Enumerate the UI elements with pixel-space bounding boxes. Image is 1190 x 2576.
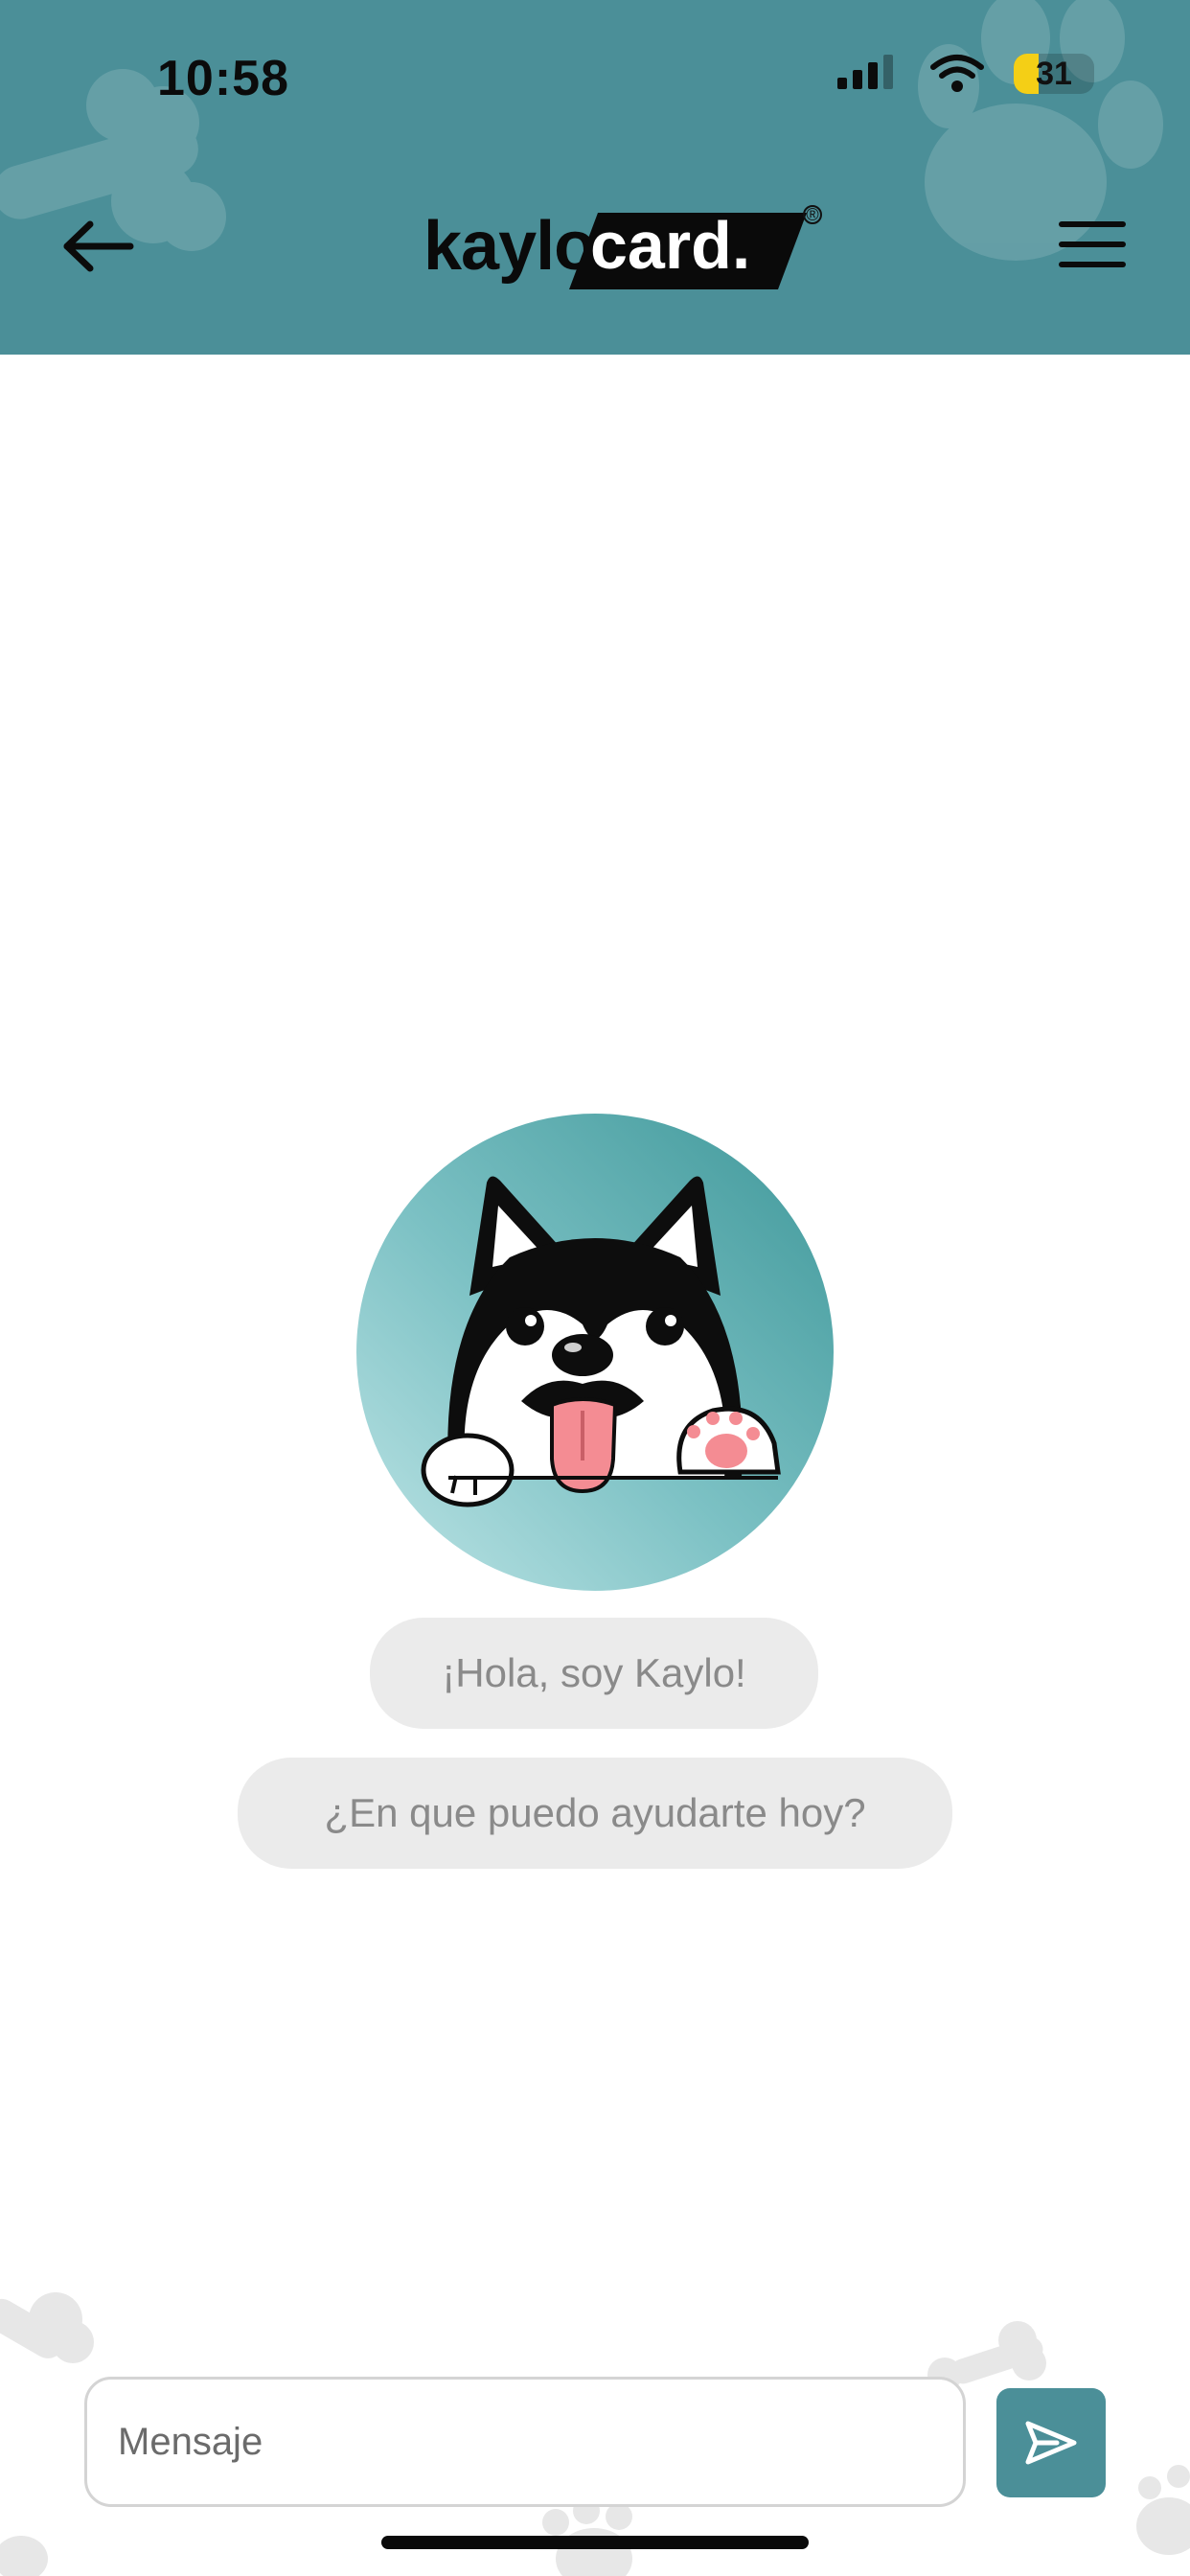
send-button[interactable] <box>996 2388 1106 2497</box>
home-indicator <box>381 2536 809 2549</box>
cellular-signal-icon <box>837 55 893 89</box>
message-input[interactable] <box>84 2377 966 2507</box>
registered-mark: ® <box>803 205 822 224</box>
bot-message-text: ¡Hola, soy Kaylo! <box>442 1650 746 1695</box>
bot-message-text: ¿En que puedo ayudarte hoy? <box>324 1790 866 1835</box>
hamburger-menu-icon[interactable] <box>1058 213 1127 276</box>
status-icons: 31 <box>837 54 1094 94</box>
app-header: 10:58 31 kaylo card. ® <box>0 0 1190 355</box>
logo-text-card: card. <box>590 208 751 283</box>
arrow-left-icon[interactable] <box>56 213 140 280</box>
wifi-icon <box>930 55 984 92</box>
husky-mascot-icon <box>421 1176 781 1507</box>
bot-message-bubble: ¿En que puedo ayudarte hoy? <box>238 1758 952 1869</box>
send-icon <box>1025 2421 1077 2465</box>
battery-icon: 31 <box>1014 54 1094 94</box>
battery-level: 31 <box>1036 55 1072 92</box>
bot-message-bubble: ¡Hola, soy Kaylo! <box>370 1618 818 1729</box>
status-time: 10:58 <box>157 51 289 106</box>
bot-avatar <box>356 1114 834 1591</box>
kaylocard-logo: kaylo card. ® <box>420 201 822 297</box>
